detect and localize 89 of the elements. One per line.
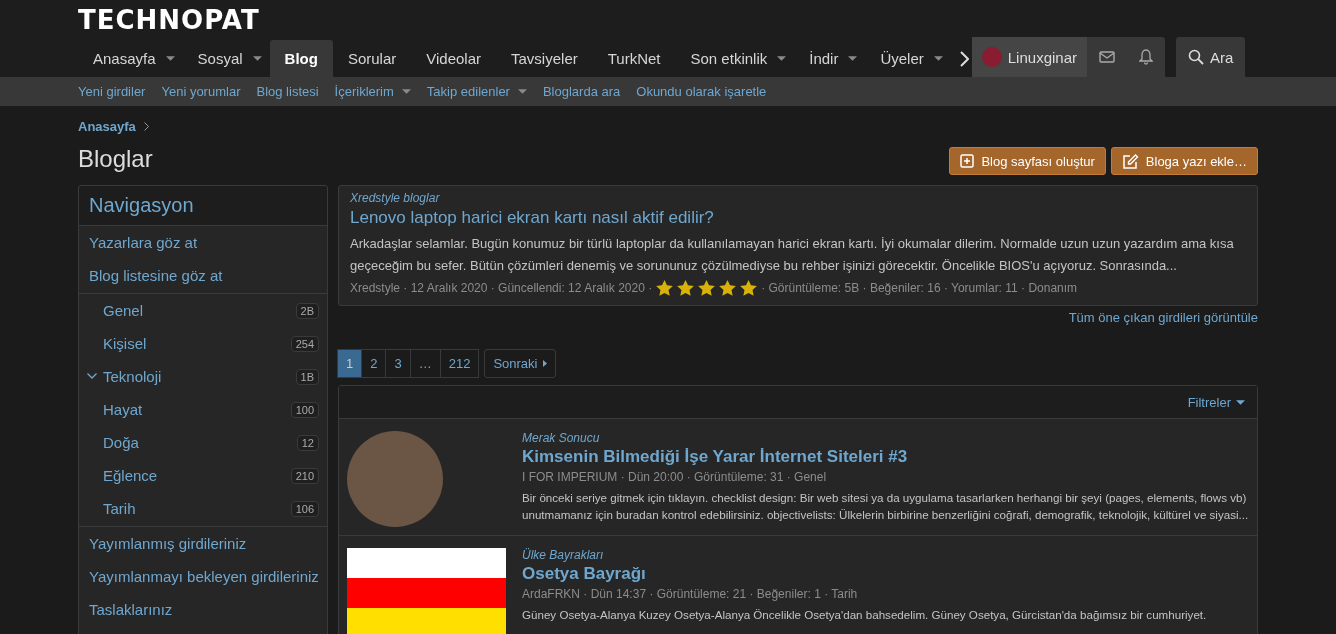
sidebar-link[interactable]: Yayımlanmış girdileriniz [79,527,327,560]
category-link[interactable]: Eğlence [103,467,291,484]
entry-meta: Xredstyle · 12 Aralık 2020 · Güncellendi: 12 Aralık 2020 · [350,280,653,297]
subnav-link[interactable]: Bloglarda ara [542,84,621,99]
count-badge: 210 [290,467,319,484]
nav-tab[interactable]: Videolar [411,40,497,77]
page-button[interactable]: 2 [361,349,387,378]
entry-meta: ArdaFRKN · Dün 14:37 · Görüntüleme: 21 · Beğeniler: 1 · Tarih [522,586,859,603]
bell-icon[interactable] [1139,49,1153,65]
count-badge: 2B [295,302,319,319]
edit-icon [1121,153,1139,169]
next-page-button[interactable]: Sonraki [484,349,557,378]
subnav-link[interactable]: Blog listesi [256,84,319,99]
nav-tab[interactable]: Sosyal [182,40,270,77]
caret-icon [517,89,527,94]
breadcrumb-link[interactable]: Anasayfa [78,118,136,134]
search-icon [1188,49,1204,65]
action-button[interactable]: Blog sayfası oluştur [949,147,1106,175]
caret-icon [165,56,175,61]
page-button[interactable]: … [409,349,441,378]
chevron-down-icon[interactable] [87,373,97,379]
plus-square-icon [960,154,975,168]
entry-title[interactable]: Lenovo laptop harici ekran kartı nasıl aktif edilir? [350,206,1246,229]
blog-name[interactable]: Merak Sonucu [522,431,1249,446]
entry-title[interactable]: Osetya Bayrağı [522,563,1249,585]
count-badge: 254 [290,335,319,352]
chevron-right-icon [143,121,149,131]
blog-name[interactable]: Xredstyle bloglar [350,191,1246,206]
category-link[interactable]: Tarih [103,500,291,517]
filters-button[interactable]: Filtreler [1187,394,1245,410]
caret-icon [777,56,787,61]
category-link[interactable]: Hayat [103,401,291,418]
mail-icon[interactable] [1099,51,1115,63]
subnav-link[interactable]: Yeni yorumlar [161,84,241,99]
nav-tab[interactable]: Sorular [332,40,412,77]
search-button[interactable]: Ara [1176,37,1246,77]
entry-title[interactable]: Kimsenin Bilmediği İşe Yarar İnternet Siteleri #3 [522,446,1249,468]
nav-tab[interactable]: Anasayfa [78,40,183,77]
count-badge: 100 [290,401,319,418]
page-button[interactable]: 212 [439,349,480,378]
category-link[interactable]: Genel [103,302,296,319]
site-logo[interactable]: TECHNOPAT [78,7,260,33]
subnav-link[interactable]: Takip edilenler [426,84,527,99]
nav-tab[interactable]: Son etkinlik [675,40,795,77]
entry-meta: I FOR IMPERIUM · Dün 20:00 · Görüntüleme: 31 · Genel [522,469,828,486]
entry-excerpt: Bir önceki seriye gitmek için tıklayın. checklist design: Bir web sitesi ya da uygulama tasarlarken herhangi bir şeyi (pages, elements, flows vb) unutmamanız için buradan kontrol edebilirsiniz. objectivelists: Ülkelerin birbirine benzerliğini coğrafi, demografik, teknolojik, kültürel ve siyasi... [522,490,1249,523]
count-badge: 1B [295,368,319,385]
user-account-link[interactable]: Linuxginar [971,37,1087,77]
star-icon [698,280,716,296]
sidebar-title: Navigasyon [79,186,327,226]
entry-excerpt: Arkadaşlar selamlar. Bugün konumuz bir türlü laptoplar da kullanılamayan harici ekran kartı. İyi okumalar dilerim. Normalde uzun uzun yazardım ama kısa geçeceğim bu sefer. Bütün çözümleri denemiş ve sorununuz çözülmediyse bu rehber işinizi görecektir. Öncelikle BIOS'u açıyoruz. Sonrasında... [350,235,1235,275]
subnav-link[interactable]: Yeni girdiler [78,84,146,99]
category-link[interactable]: Kişisel [103,335,291,352]
page-title: Bloglar [78,144,153,174]
sidebar-link[interactable]: Yayımlanmayı bekleyen girdileriniz [79,560,327,593]
sidebar-link[interactable]: Blog listesine göz at [79,259,327,292]
nav-tab[interactable]: Blog [269,40,333,77]
category-link[interactable]: Doğa [103,434,297,451]
caret-icon [252,56,262,61]
page-button[interactable]: 1 [337,349,363,378]
subnav-link[interactable]: İçeriklerim [334,84,411,99]
page-button[interactable]: 3 [385,349,411,378]
nav-tab[interactable]: TurkNet [592,40,676,77]
sidebar-link[interactable]: Yazarlara göz at [79,226,327,259]
category-link[interactable]: Teknoloji [103,368,296,385]
nav-tab[interactable]: Üyeler [865,40,951,77]
star-icon [740,280,758,296]
star-icon [656,280,674,296]
caret-icon [401,89,411,94]
star-icon [719,280,737,296]
caret-icon [1236,399,1245,405]
flag-drawing[interactable] [347,548,506,634]
caret-icon [848,56,858,61]
nav-tab[interactable]: İndir [794,40,866,77]
entry-stats: · Görüntüleme: 5B · Beğeniler: 16 · Yorumlar: 11 · Donanım [761,280,1078,297]
view-all-link[interactable]: Tüm öne çıkan girdileri görüntüle [1068,310,1258,325]
subnav-link[interactable]: Okundu olarak işaretle [636,84,767,99]
caret-icon [933,56,943,61]
blog-name[interactable]: Ülke Bayrakları [522,548,1249,563]
sidebar-link[interactable]: Taslaklarınız [79,593,327,626]
chevron-right-icon[interactable] [958,50,969,67]
caret-right-icon [543,360,548,367]
avatar-icon [981,47,1002,67]
count-badge: 106 [290,500,319,517]
count-badge: 12 [296,434,319,451]
action-button[interactable]: Bloga yazı ekle… [1110,147,1258,175]
nav-tab[interactable]: Tavsiyeler [496,40,593,77]
entry-excerpt: Güney Osetya-Alanya Kuzey Osetya-Alanya Öncelikle Osetya'dan bahsedelim. Güney Osetya, Gürcistan'da bağımsız bir cumhuriyet. [522,607,1208,623]
star-icon [677,280,695,296]
